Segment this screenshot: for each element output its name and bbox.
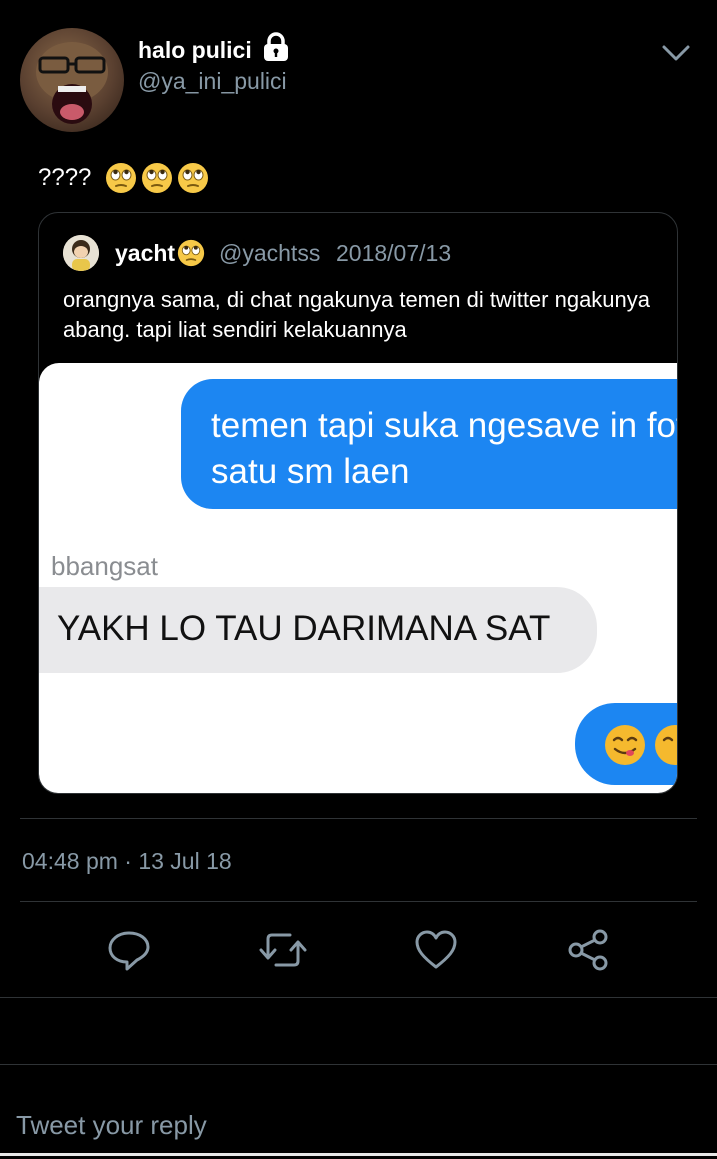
author-display-name[interactable]: halo pulici: [138, 37, 252, 64]
divider: [20, 818, 697, 819]
eye-roll-emoji-icon: [177, 162, 209, 194]
author-avatar[interactable]: [20, 28, 124, 132]
sender-name-label: bbangsat: [51, 551, 158, 581]
quoted-tweet-text: orangnya sama, di chat ngakunya temen di…: [63, 287, 651, 342]
yum-emoji-icon: [605, 725, 645, 765]
quoted-tweet-image[interactable]: temen tapi suka ngesave in foto satu sm …: [39, 363, 677, 793]
quoted-author-handle: @yachtss: [219, 240, 321, 266]
incoming-message-text: YAKH LO TAU DARIMANA SAT: [57, 609, 551, 648]
outgoing-emoji-bubble: [575, 703, 677, 785]
quoted-tweet-date: 2018/07/13: [336, 240, 452, 266]
retweet-button[interactable]: [258, 927, 307, 973]
author-name-row: halo pulici: [138, 32, 290, 68]
author-handle[interactable]: @ya_ini_pulici: [138, 68, 287, 95]
eye-roll-emoji-icon: [141, 162, 173, 194]
divider: [20, 901, 697, 902]
reply-icon: [108, 931, 150, 971]
divider: [0, 997, 717, 998]
lock-icon: [262, 32, 290, 68]
retweet-icon: [259, 933, 307, 967]
eye-roll-emoji-icon: [105, 162, 137, 194]
outgoing-message-text: temen tapi suka ngesave in foto satu sm …: [211, 406, 677, 491]
quoted-author-name-row: yacht: [115, 239, 205, 267]
share-icon: [568, 929, 608, 971]
quoted-author-avatar: [63, 235, 99, 271]
incoming-message-bubble: YAKH LO TAU DARIMANA SAT: [39, 587, 597, 673]
eye-roll-emoji-icon: [177, 239, 205, 267]
quoted-author-display-name: yacht: [115, 239, 176, 266]
reply-input[interactable]: Tweet your reply: [16, 1110, 207, 1141]
chevron-down-icon[interactable]: [660, 42, 692, 64]
share-button[interactable]: [566, 927, 612, 973]
tweet-text-row: ????: [38, 162, 209, 194]
reply-input-underline: [0, 1153, 717, 1156]
reply-button[interactable]: [106, 927, 152, 973]
outgoing-message-bubble: temen tapi suka ngesave in foto satu sm …: [181, 379, 677, 509]
like-button[interactable]: [413, 927, 459, 973]
tweet-text: ????: [38, 164, 92, 191]
quoted-tweet-card[interactable]: yacht @yachtss 2018/07/13 orangnya sama,…: [38, 212, 678, 794]
heart-icon: [415, 930, 457, 969]
tweet-timestamp: 04:48 pm · 13 Jul 18: [22, 848, 232, 874]
yum-emoji-icon: [655, 725, 677, 765]
